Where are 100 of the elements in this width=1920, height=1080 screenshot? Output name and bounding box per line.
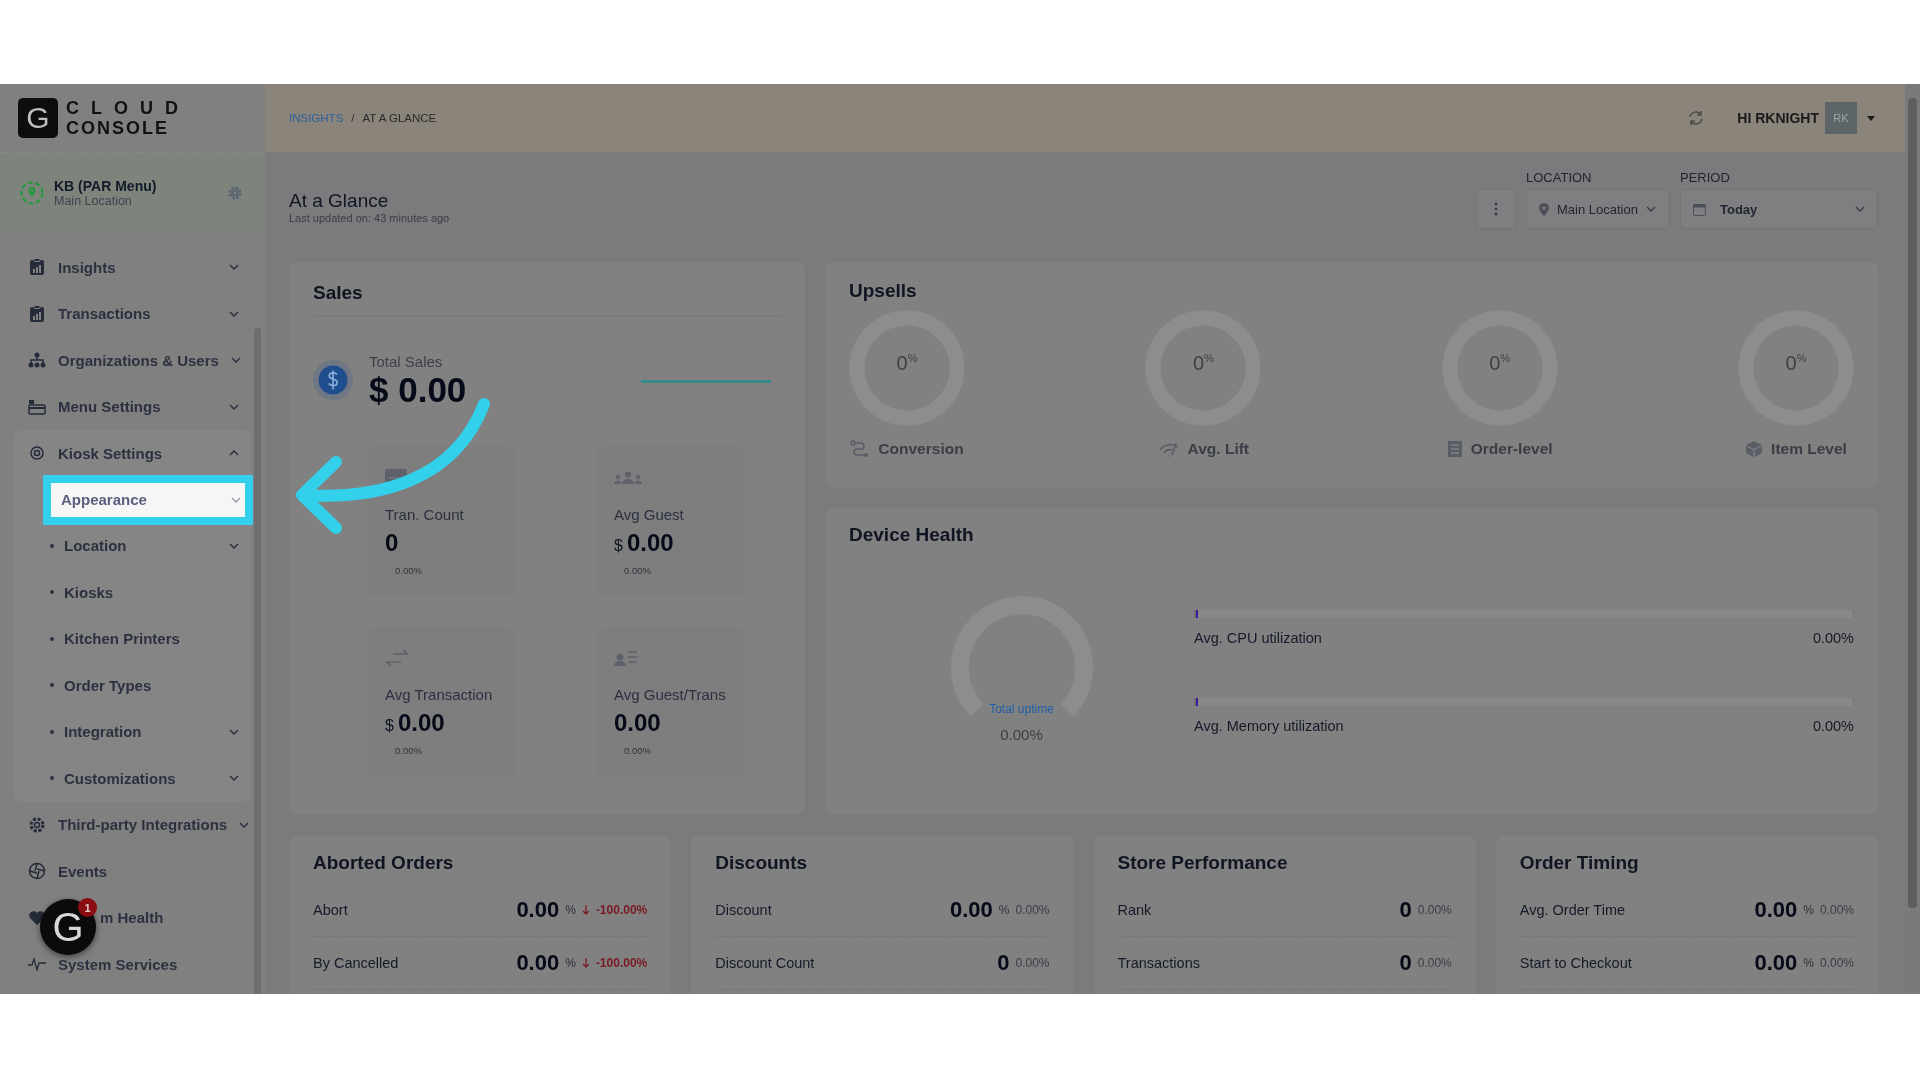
chevron-icon [231, 496, 241, 503]
sidebar-item[interactable]: Menu Settings [58, 398, 161, 416]
bar-label: Avg. Memory utilization [1194, 718, 1344, 734]
store-name: KB (PAR Menu) [54, 178, 158, 194]
gauge-value: 0$^{%}$ [1488, 352, 1512, 375]
bullet-icon [50, 729, 54, 734]
more-button[interactable] [1476, 189, 1516, 229]
sidebar-item[interactable]: Kiosk Settings [58, 444, 163, 462]
sidebar-item[interactable]: System Services [58, 955, 178, 973]
chart-icon [28, 258, 46, 277]
card-title: Sales [313, 282, 781, 317]
gauge-value: 0.00% [1000, 726, 1043, 743]
metric-change: 0.00% [395, 745, 423, 756]
filter-label: LOCATION [1526, 170, 1593, 185]
gear-icon [28, 815, 46, 834]
gauge-value: 0$^{%}$ [1784, 352, 1808, 375]
bullet-icon [50, 683, 54, 688]
down-arrow-icon [581, 905, 590, 915]
sidebar-item[interactable]: Third-party Integrations [58, 816, 228, 834]
metric-value: $ 0.00 [369, 370, 468, 410]
stat-value: 0.00 [516, 950, 560, 976]
card-title: Device Health [849, 524, 975, 546]
gauge-value: 0$^{%}$ [1191, 352, 1215, 375]
stat-value: 0.00 [516, 897, 560, 923]
submenu-item[interactable]: Order Types [14, 662, 251, 709]
stat-change: 0.00% [1819, 956, 1854, 970]
card-title: Order Timing [1519, 852, 1640, 874]
submenu-item[interactable]: Location [14, 522, 251, 569]
stat-unit: % [1803, 956, 1814, 970]
metric-label: Avg Guest/Trans [614, 686, 727, 703]
gauge-label: Conversion [878, 440, 964, 458]
metric-label: Avg Guest [614, 506, 685, 523]
currency-symbol: $ [385, 717, 394, 735]
refresh-icon[interactable] [1687, 109, 1706, 127]
sidebar-item[interactable]: Transactions [58, 305, 151, 323]
chevron-icon [1855, 206, 1865, 212]
box-icon [1745, 440, 1764, 458]
chevron-icon [229, 542, 239, 549]
card-icon [28, 397, 46, 416]
bar-value: 0.00% [1812, 718, 1854, 734]
submenu-item[interactable]: Kiosks [14, 569, 251, 616]
stat-label: Transactions [1117, 955, 1201, 971]
breadcrumb-link[interactable]: INSIGHTS [289, 112, 344, 124]
down-arrow-icon [581, 958, 590, 968]
gauge-label: Item Level [1771, 440, 1847, 458]
stat-label: Abort [313, 902, 349, 918]
page-title: At a Glance [289, 190, 390, 212]
sidebar-item[interactable]: Insights [58, 258, 116, 276]
gauge-label: Total uptime [989, 702, 1054, 716]
chevron-icon [229, 775, 239, 782]
card-title: Discounts [715, 852, 809, 874]
user-avatar[interactable]: RK [1825, 102, 1857, 134]
dropdown[interactable]: Today [1680, 189, 1878, 229]
stat-label: Rank [1117, 902, 1153, 918]
sidebar-item[interactable]: Events [58, 862, 108, 880]
stat-unit: % [565, 903, 576, 917]
hierarchy-icon [28, 351, 46, 370]
submenu-item[interactable]: Kitchen Printers [14, 615, 251, 662]
stat-unit: % [1803, 903, 1814, 917]
breadcrumb-current: AT A GLANCE [362, 112, 437, 124]
chevron-icon [229, 728, 239, 735]
submenu-item[interactable]: Integration [14, 708, 251, 755]
bar-label: Avg. CPU utilization [1194, 630, 1322, 646]
metric-label: Total Sales [369, 353, 444, 370]
user-greeting: HI RKNIGHT [1737, 110, 1819, 126]
bullet-icon [50, 590, 54, 595]
stat-value: 0 [997, 950, 1010, 976]
stat-label: Discount [715, 902, 773, 918]
aperture-icon [28, 862, 46, 881]
dropdown[interactable]: Main Location [1526, 189, 1670, 229]
stat-value: 0 [1399, 950, 1412, 976]
sidebar-item[interactable]: m Health [100, 909, 164, 927]
metric-value: 0.00 [397, 709, 445, 737]
caret-icon[interactable] [1867, 115, 1875, 121]
chart-icon [28, 304, 46, 323]
submenu-item[interactable]: Customizations [14, 755, 251, 802]
filter-label: PERIOD [1680, 170, 1731, 185]
bullet-icon [50, 543, 54, 548]
stat-change: 0.00% [1015, 956, 1050, 970]
card-title: Aborted Orders [313, 852, 455, 874]
sidebar-item[interactable]: Organizations & Users [58, 351, 219, 369]
bullet-icon [50, 636, 54, 641]
stat-unit: % [998, 903, 1010, 917]
stat-change: 0.00% [1819, 903, 1854, 917]
stat-label: By Cancelled [313, 955, 400, 971]
stat-change: 0.00% [1417, 903, 1452, 917]
swap-arrows-icon [385, 648, 409, 668]
stat-label: Avg. Order Time [1519, 902, 1627, 918]
currency-symbol: $ [614, 537, 623, 555]
receipt-icon [1446, 440, 1463, 458]
logo-mark: G [18, 98, 58, 138]
stat-value: 0.00 [1754, 950, 1798, 976]
scrollbar[interactable] [254, 328, 261, 994]
metric-value: 0 [385, 529, 399, 557]
calendar-icon [1693, 202, 1706, 216]
kebab-icon [1494, 202, 1498, 216]
store-location: Main Location [54, 194, 133, 208]
stat-unit: % [565, 956, 576, 970]
gauge-label: Order-level [1470, 440, 1553, 458]
scrollbar[interactable] [1905, 84, 1920, 994]
